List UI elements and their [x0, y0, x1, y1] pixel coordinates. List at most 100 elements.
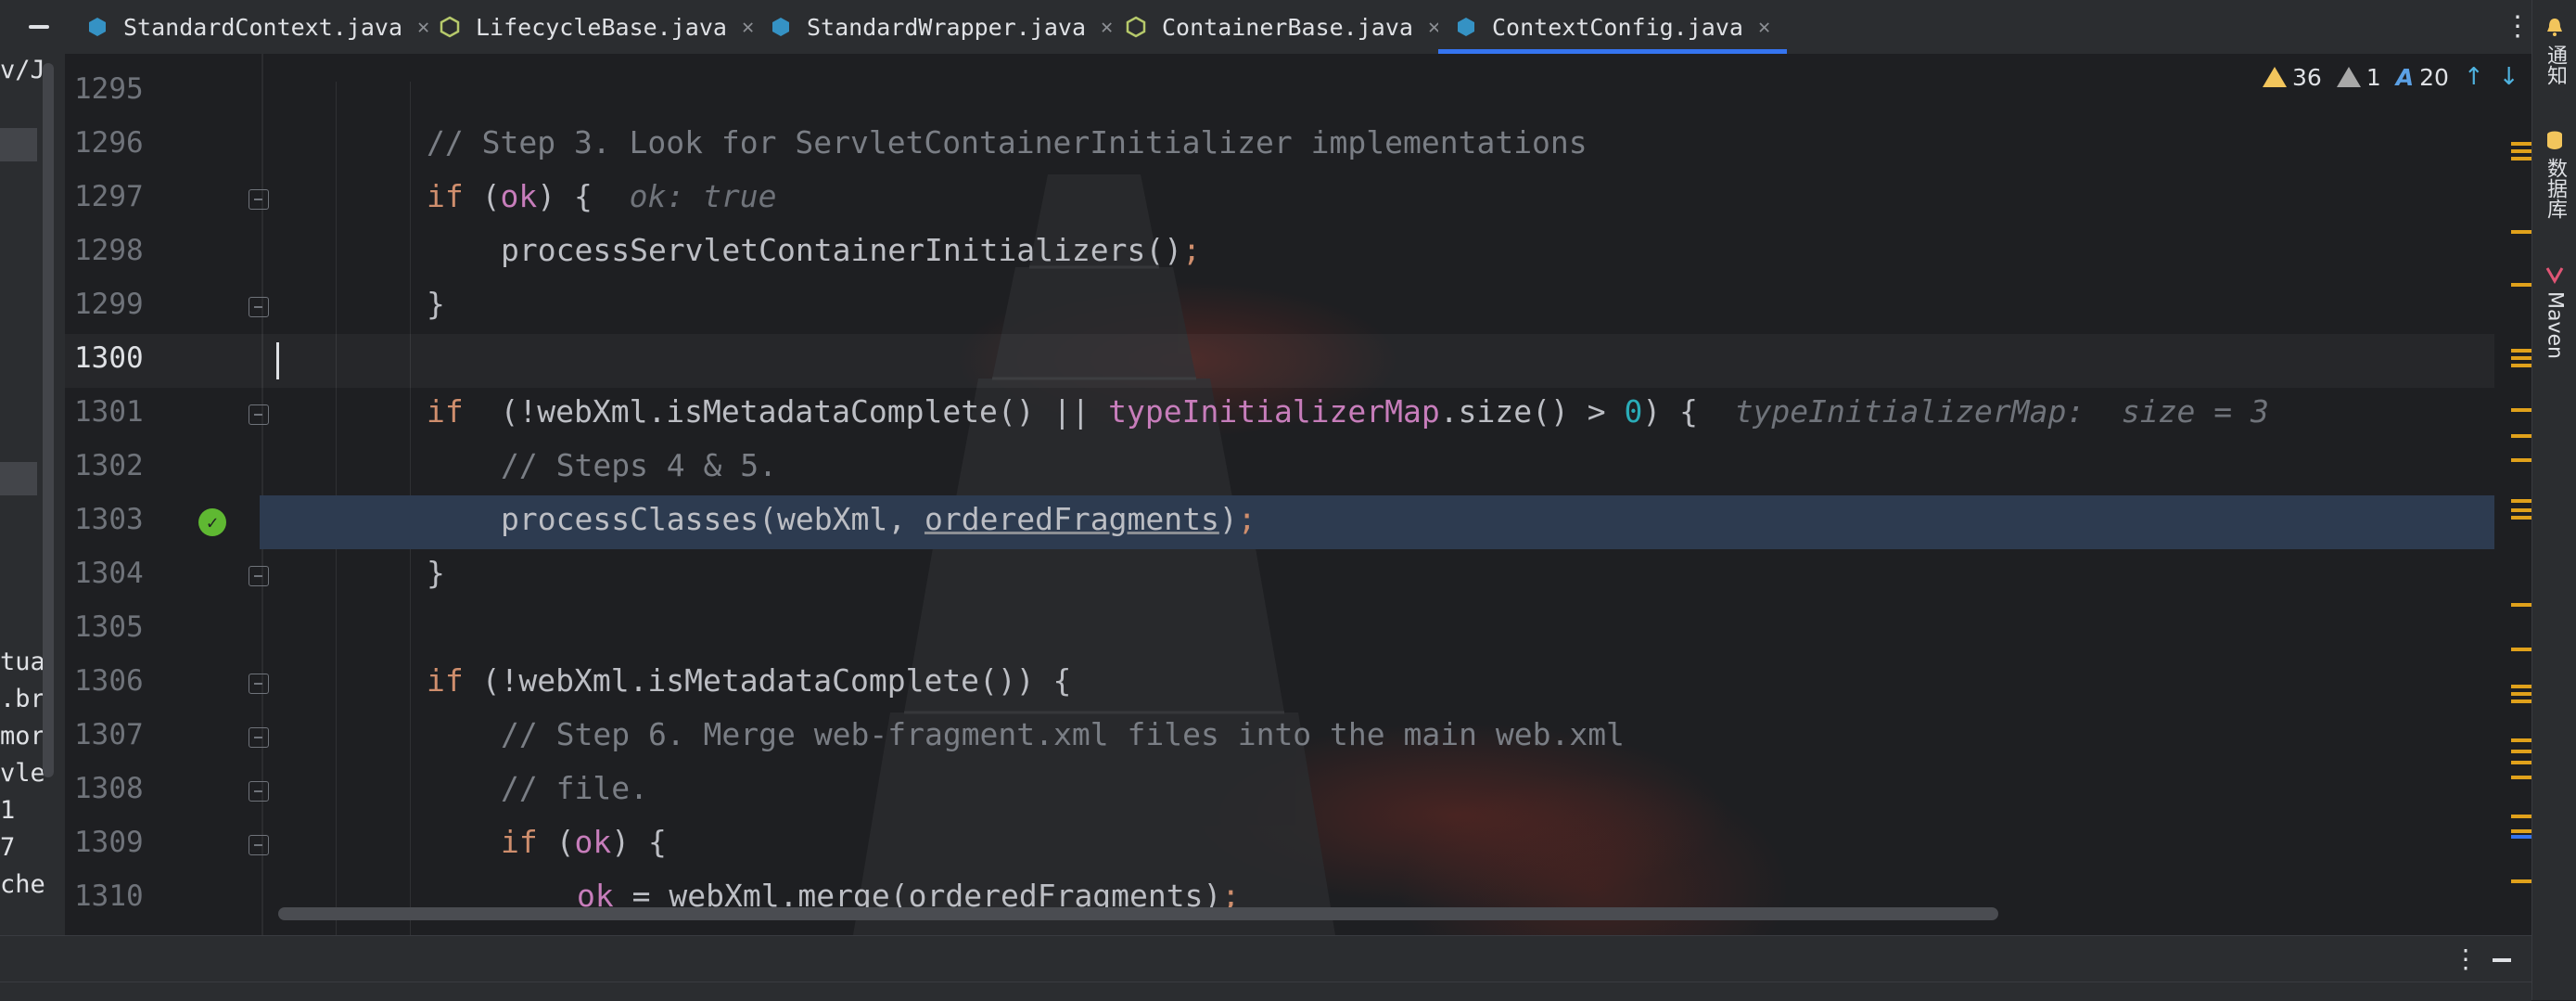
line-number: 1297: [74, 180, 144, 213]
project-item[interactable]: 7: [0, 833, 15, 862]
error-stripe-mark[interactable]: [2511, 738, 2531, 742]
line-number: 1305: [74, 610, 144, 644]
more-options-icon[interactable]: ⋮: [2453, 943, 2479, 974]
semicolon: ;: [1182, 232, 1201, 268]
code-line: 1306 if (!webXml.isMetadataComplete()) {: [65, 657, 2494, 711]
code-line: 1301 if (!webXml.isMetadataComplete() ||…: [65, 388, 2494, 442]
java-abstract-icon: [440, 16, 460, 38]
current-code-line: 1300: [65, 334, 2494, 388]
next-highlight-icon[interactable]: ↓: [2499, 63, 2519, 91]
project-item[interactable]: che: [0, 870, 45, 899]
code-text: if (ok) { ok: true: [427, 178, 777, 214]
bottom-tool-bar: ⋮: [0, 935, 2531, 982]
line-number: 1310: [74, 879, 144, 913]
project-item[interactable]: .br: [0, 685, 45, 713]
error-stripe-mark[interactable]: [2511, 516, 2531, 520]
maven-tool[interactable]: Maven: [2532, 265, 2576, 359]
fold-icon[interactable]: [249, 727, 269, 748]
line-number: 1306: [74, 664, 144, 698]
line-number: 1303: [74, 503, 144, 536]
project-item[interactable]: 1: [0, 796, 15, 825]
error-stripe-mark[interactable]: [2511, 349, 2531, 353]
condition: (!webXml.isMetadataComplete() ||: [500, 393, 1109, 430]
line-number: 1307: [74, 718, 144, 751]
error-stripe-mark[interactable]: [2511, 879, 2531, 883]
variable: ok: [574, 824, 612, 860]
project-item[interactable]: tua: [0, 648, 45, 676]
project-row-highlight: [0, 462, 37, 495]
error-stripe-mark[interactable]: [2511, 815, 2531, 818]
fold-icon[interactable]: [249, 189, 269, 210]
project-item[interactable]: v/J: [0, 56, 45, 84]
java-abstract-icon: [1126, 16, 1146, 38]
error-stripe-mark[interactable]: [2511, 692, 2531, 696]
method-call: processClasses(webXml,: [501, 501, 925, 537]
punctuation: (: [537, 824, 575, 860]
error-stripe-mark[interactable]: [2511, 142, 2531, 146]
error-stripe-mark[interactable]: [2511, 283, 2531, 287]
error-stripe-mark[interactable]: [2511, 829, 2531, 833]
hide-panel-button[interactable]: [20, 13, 57, 41]
number-literal: 0: [1624, 393, 1643, 430]
error-stripe-mark[interactable]: [2511, 434, 2531, 438]
error-stripe-mark[interactable]: [2511, 356, 2531, 360]
tab-standardwrapper[interactable]: StandardWrapper.java ✕: [753, 0, 1129, 54]
close-icon[interactable]: ✕: [1758, 16, 1770, 39]
horizontal-scrollbar[interactable]: [278, 907, 1998, 920]
right-tool-window-bar: 通知 数据库 Maven: [2531, 0, 2576, 1000]
error-stripe-mark[interactable]: [2511, 508, 2531, 512]
tab-lifecyclebase[interactable]: LifecycleBase.java ✕: [422, 0, 771, 54]
database-label: 数据库: [2544, 158, 2567, 219]
tab-standardcontext[interactable]: StandardContext.java ✕: [70, 0, 446, 54]
error-stripe-mark[interactable]: [2511, 149, 2531, 153]
variable: ok: [500, 178, 538, 214]
breakpoint-check-icon[interactable]: ✓: [198, 508, 226, 536]
text-caret: [276, 342, 279, 379]
error-stripe-mark[interactable]: [2511, 685, 2531, 688]
error-stripe-mark[interactable]: [2511, 776, 2531, 779]
error-stripe-mark[interactable]: [2511, 499, 2531, 503]
error-stripe-mark[interactable]: [2511, 157, 2531, 160]
fold-icon[interactable]: [249, 297, 269, 317]
error-stripe-mark[interactable]: [2511, 230, 2531, 234]
tab-label: StandardContext.java: [123, 13, 403, 41]
fold-icon[interactable]: [249, 674, 269, 694]
code-line: 1297 if (ok) { ok: true: [65, 173, 2494, 226]
error-stripe-mark[interactable]: [2511, 750, 2531, 753]
error-stripe-mark[interactable]: [2511, 603, 2531, 607]
error-stripe-mark[interactable]: [2511, 364, 2531, 367]
error-stripe-mark[interactable]: [2511, 835, 2531, 839]
project-scrollbar[interactable]: [43, 63, 54, 777]
maven-icon: [2545, 267, 2564, 284]
code-line: 1303 ✓ processClasses(webXml, orderedFra…: [65, 495, 2494, 549]
method-call: processServletContainerInitializers(): [501, 232, 1183, 268]
tab-containerbase[interactable]: ContainerBase.java ✕: [1108, 0, 1457, 54]
keyword: if: [427, 662, 464, 699]
code-text: // Step 6. Merge web-fragment.xml files …: [501, 716, 1625, 752]
tab-label: ContainerBase.java: [1162, 13, 1413, 41]
minimize-icon[interactable]: [2493, 958, 2511, 962]
fold-icon[interactable]: [249, 404, 269, 425]
fold-icon[interactable]: [249, 781, 269, 802]
error-stripe-mark[interactable]: [2511, 699, 2531, 703]
inline-debug-value: typeInitializerMap: size = 3: [1734, 393, 2269, 430]
line-number: 1298: [74, 234, 144, 267]
code-editor[interactable]: 36 1 A 20 ↑ ↓ 1295 1296 // Step 3. Look …: [65, 54, 2531, 935]
tab-overflow-menu-icon[interactable]: ⋮: [2504, 13, 2531, 41]
notifications-tool[interactable]: 通知: [2532, 17, 2576, 85]
fold-icon[interactable]: [249, 566, 269, 586]
error-stripe-mark[interactable]: [2511, 408, 2531, 412]
error-stripe-mark[interactable]: [2511, 458, 2531, 462]
project-item[interactable]: mor: [0, 722, 45, 751]
code-line: 1308 // file.: [65, 764, 2494, 818]
database-tool[interactable]: 数据库: [2532, 130, 2576, 219]
tab-contextconfig[interactable]: ContextConfig.java ✕: [1438, 0, 1788, 54]
error-stripe-mark[interactable]: [2511, 761, 2531, 764]
error-stripe-mark[interactable]: [2511, 648, 2531, 651]
project-item[interactable]: vle: [0, 759, 45, 788]
project-row-highlight: [0, 128, 37, 161]
code-text: if (!webXml.isMetadataComplete() || type…: [427, 393, 2269, 430]
punctuation: ): [1218, 501, 1238, 537]
tab-label: StandardWrapper.java: [807, 13, 1087, 41]
fold-icon[interactable]: [249, 835, 269, 855]
